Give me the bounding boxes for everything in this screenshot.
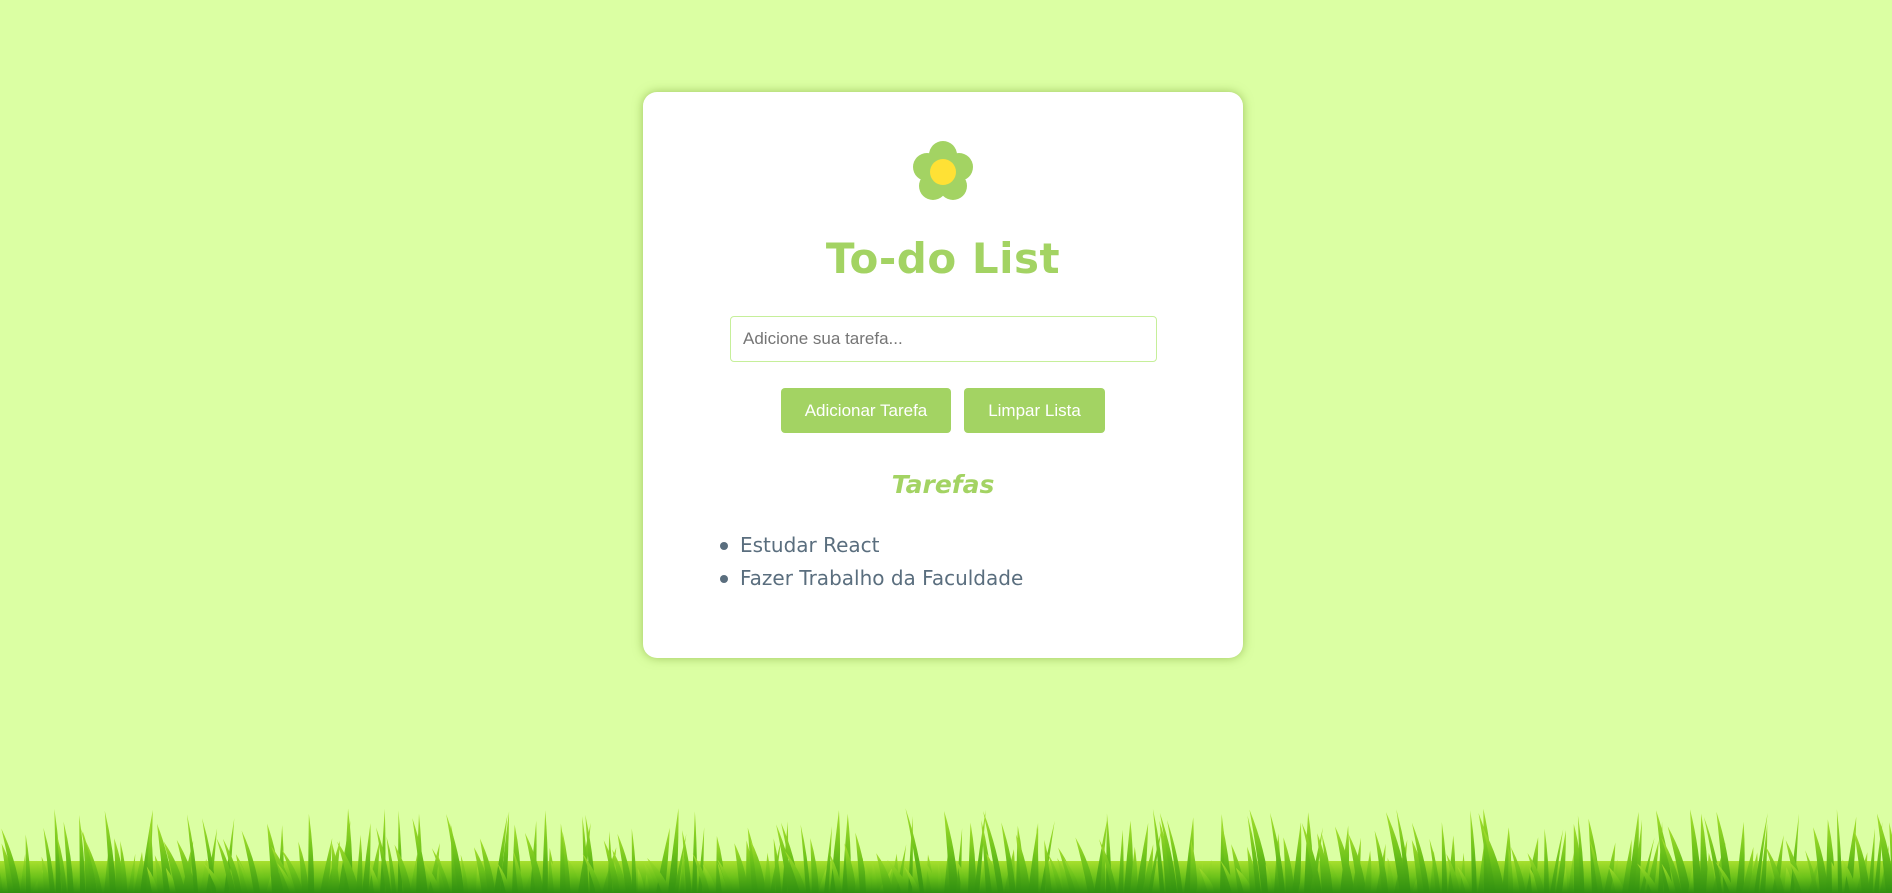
- task-label: Estudar React: [740, 533, 880, 557]
- bullet-icon: [720, 575, 728, 583]
- grass-blade: [398, 810, 403, 893]
- grass-blade: [1544, 828, 1549, 893]
- list-item: Fazer Trabalho da Faculdade: [720, 562, 1024, 595]
- task-label: Fazer Trabalho da Faculdade: [740, 566, 1024, 590]
- add-task-button[interactable]: Adicionar Tarefa: [781, 388, 951, 433]
- tasks-heading: Tarefas: [891, 470, 995, 499]
- grass-blade: [968, 822, 976, 893]
- page-title: To-do List: [825, 234, 1061, 283]
- grass-blade: [1441, 821, 1448, 893]
- task-list: Estudar React Fazer Trabalho da Faculdad…: [720, 529, 1024, 595]
- grass-blade: [308, 813, 315, 893]
- bullet-icon: [720, 542, 728, 550]
- grass-blade: [1736, 821, 1745, 893]
- grass-blade: [542, 810, 548, 893]
- grass-decoration: [0, 808, 1892, 893]
- grass-blade: [631, 828, 637, 893]
- clear-list-button[interactable]: Limpar Lista: [964, 388, 1105, 433]
- flower-icon: [913, 141, 973, 200]
- page: To-do List Adicionar Tarefa Limpar Lista…: [0, 0, 1892, 893]
- todo-card: To-do List Adicionar Tarefa Limpar Lista…: [643, 92, 1243, 658]
- task-input[interactable]: [730, 316, 1157, 362]
- grass-blade: [1292, 822, 1302, 893]
- grass-blade: [692, 811, 697, 893]
- list-item: Estudar React: [720, 529, 1023, 562]
